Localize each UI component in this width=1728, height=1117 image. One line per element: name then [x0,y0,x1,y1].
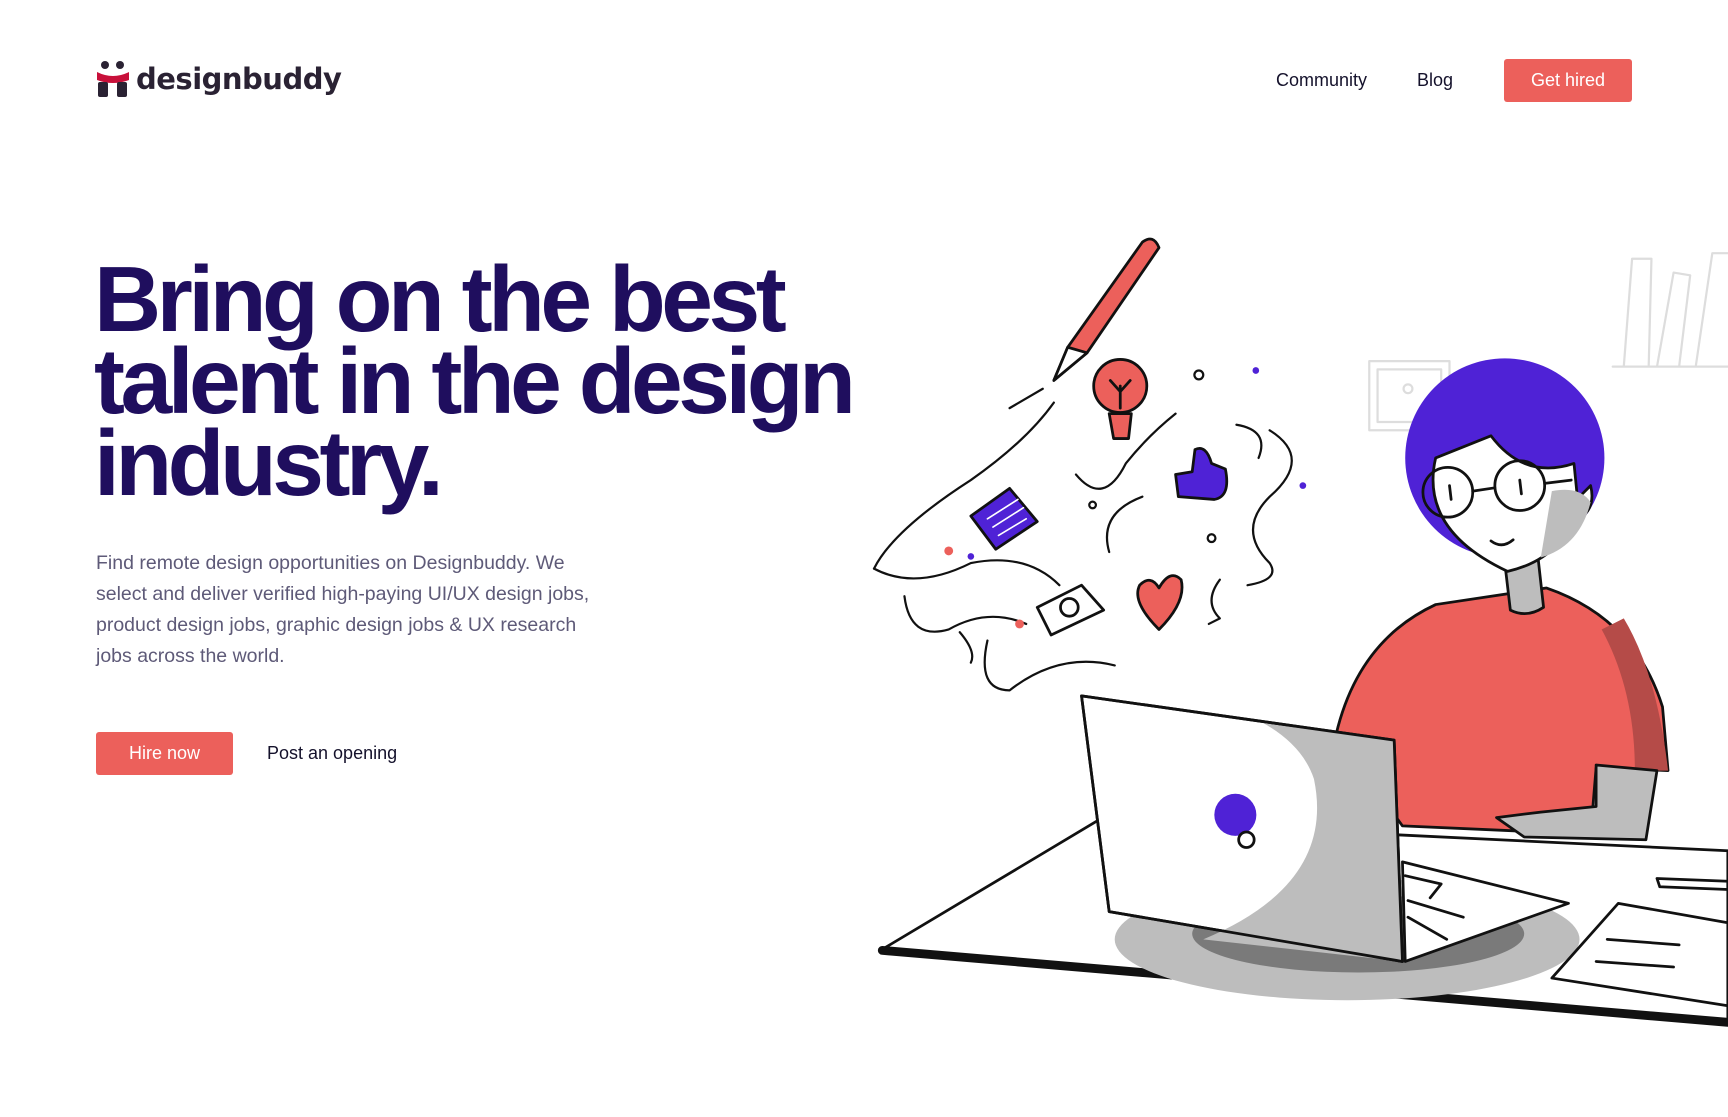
hero-title-line: talent in the design [94,329,856,433]
hire-now-button[interactable]: Hire now [96,732,233,775]
thumbs-up-icon [1174,447,1229,501]
hero-illustration [872,237,1728,1027]
pencil-icon [1052,237,1161,382]
hero-title-line: Bring on the best [94,247,787,351]
laptop-logo-icon [1214,793,1257,836]
get-hired-button[interactable]: Get hired [1504,59,1632,102]
hero-title-line: industry. [94,411,444,515]
note-icon [969,486,1039,551]
heart-icon [1136,574,1184,631]
post-opening-link[interactable]: Post an opening [267,743,397,764]
nav-blog[interactable]: Blog [1417,70,1453,91]
hero-title: Bring on the best talent in the design i… [94,247,994,515]
lightbulb-icon [1092,358,1149,440]
camera-icon [1035,583,1106,637]
logo-text: designbuddy [136,62,342,96]
hero-description: Find remote design opportunities on Desi… [96,552,590,667]
logo[interactable]: designbuddy [96,60,342,98]
logo-mark-icon [97,61,129,97]
nav-community[interactable]: Community [1276,70,1367,91]
squiggles [872,369,1293,692]
